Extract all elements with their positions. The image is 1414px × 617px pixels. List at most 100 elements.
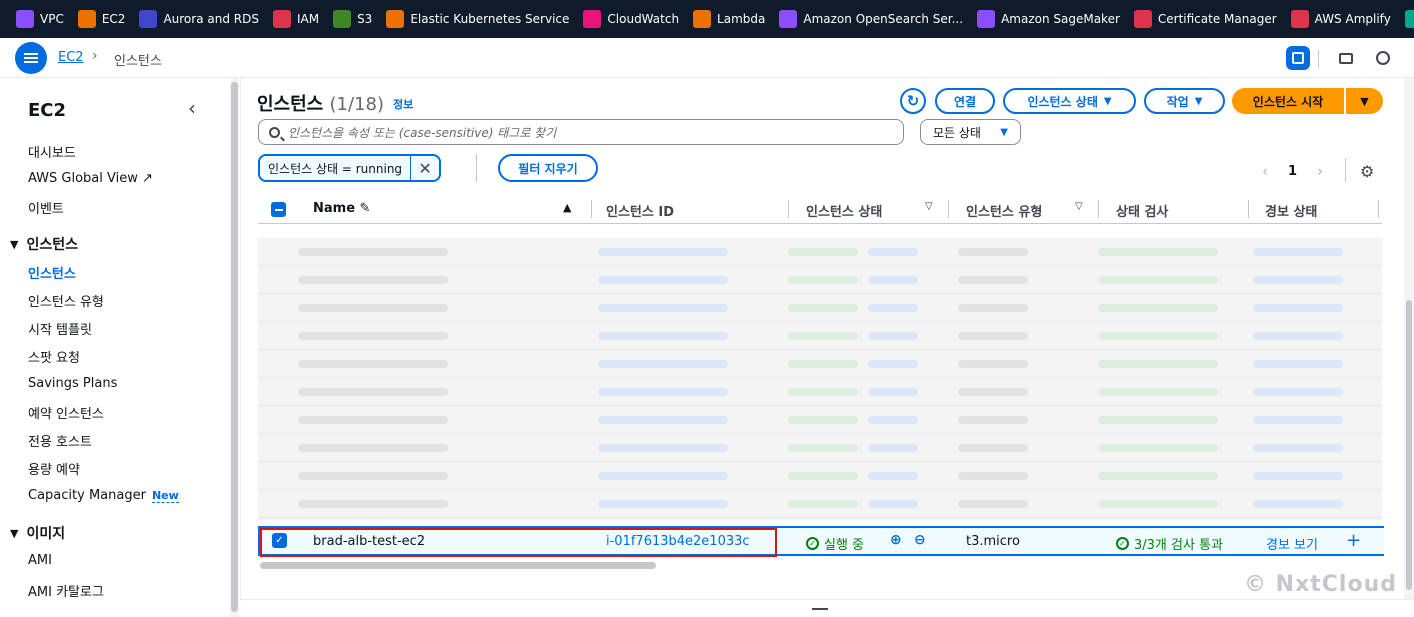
col-instance-id[interactable]: 인스턴스 ID	[606, 201, 674, 220]
favorite-2[interactable]: Aurora and RDS	[139, 10, 259, 28]
caret-down-icon: ▼	[1194, 95, 1203, 107]
menu-icon[interactable]	[15, 42, 47, 74]
favorite-9[interactable]: Amazon SageMaker	[977, 10, 1120, 28]
favorite-7[interactable]: Lambda	[693, 10, 765, 28]
info-link[interactable]: 정보	[393, 96, 413, 112]
sidebar-title: EC2	[28, 100, 67, 121]
prev-page-icon[interactable]: ‹	[1262, 162, 1268, 180]
sidebar-item-launch-templates[interactable]: 시작 템플릿	[28, 319, 92, 338]
breadcrumb-ec2-link[interactable]: EC2	[58, 50, 84, 65]
sidebar-scrollbar[interactable]	[230, 78, 239, 617]
favorite-12[interactable]: Am	[1404, 10, 1414, 28]
sidebar-section-images[interactable]: ▼ 이미지	[10, 523, 65, 543]
col-status-check[interactable]: 상태 검사	[1116, 201, 1168, 220]
instance-state-label: 인스턴스 상태	[1027, 94, 1098, 109]
filter-token-label: 인스턴스 상태 = running	[260, 156, 412, 180]
favorite-label: Elastic Kubernetes Service	[410, 12, 570, 26]
horizontal-scrollbar[interactable]	[260, 562, 656, 569]
favorite-label: Amazon SageMaker	[1001, 12, 1120, 26]
panel-layout-icon[interactable]	[1286, 46, 1310, 70]
sort-desc-icon[interactable]: ▽	[925, 201, 933, 212]
sidebar-item-ami[interactable]: AMI	[28, 553, 52, 568]
sort-desc-icon[interactable]: ▽	[1075, 201, 1083, 212]
favorite-label: AWS Amplify	[1314, 12, 1391, 26]
favorite-5[interactable]: Elastic Kubernetes Service	[386, 10, 569, 28]
sidebar-item-dedicated-hosts[interactable]: 전용 호스트	[28, 431, 92, 450]
pagination: ‹ 1 ›	[1262, 162, 1323, 180]
favorite-3[interactable]: IAM	[272, 10, 319, 28]
watermark: © NxtCloud	[1244, 572, 1397, 597]
sidebar-item-instances[interactable]: 인스턴스	[28, 263, 76, 282]
instance-state-button[interactable]: 인스턴스 상태 ▼	[1003, 88, 1136, 114]
service-icon	[1404, 10, 1414, 28]
sidebar-section-instances[interactable]: ▼ 인스턴스	[10, 234, 78, 254]
highlight-annotation-box	[260, 528, 777, 557]
sidebar-item-global-view[interactable]: AWS Global View ↗	[28, 171, 153, 186]
service-icon	[139, 10, 158, 28]
page-number[interactable]: 1	[1288, 164, 1297, 179]
settings-hexagon-icon[interactable]	[1371, 46, 1395, 70]
search-placeholder: 인스턴스을 속성 또는 (case-sensitive) 태그로 찾기	[288, 125, 557, 140]
service-icon	[693, 10, 712, 28]
split-panel-handle[interactable]	[240, 599, 1414, 617]
favorite-label: S3	[357, 12, 373, 26]
cell-state: ✓ 실행 중	[806, 534, 864, 553]
sidebar-item-capacity-manager[interactable]: Capacity Manager New	[28, 488, 179, 503]
table-row	[258, 490, 1382, 518]
favorite-0[interactable]: VPC	[16, 10, 64, 28]
favorite-6[interactable]: CloudWatch	[583, 10, 679, 28]
favorite-4[interactable]: S3	[333, 10, 372, 28]
service-icon	[16, 10, 34, 28]
favorite-10[interactable]: Certificate Manager	[1133, 10, 1277, 28]
sidebar-item-reserved-instances[interactable]: 예약 인스턴스	[28, 403, 104, 422]
select-all-checkbox[interactable]	[271, 202, 286, 217]
filter-token[interactable]: 인스턴스 상태 = running ✕	[258, 154, 442, 182]
service-icon	[386, 10, 405, 28]
sidebar-item-instance-types[interactable]: 인스턴스 유형	[28, 291, 104, 310]
state-label: 실행 중	[824, 538, 865, 553]
zoom-out-icon[interactable]: ⊖	[914, 532, 926, 548]
caret-down-icon: ▼	[10, 237, 19, 251]
col-instance-state[interactable]: 인스턴스 상태	[806, 201, 882, 220]
sidebar-item-ami-catalog[interactable]: AMI 카탈로그	[28, 581, 104, 600]
zoom-in-icon[interactable]: ⊕	[890, 532, 902, 548]
sidebar-item-capacity-reservations[interactable]: 용량 예약	[28, 459, 80, 478]
state-select[interactable]: 모든 상태 ▼	[920, 119, 1021, 145]
remove-filter-icon[interactable]: ✕	[411, 156, 439, 180]
sort-asc-icon[interactable]: ▲	[563, 201, 571, 214]
sidebar-item-spot-requests[interactable]: 스팟 요청	[28, 347, 80, 366]
new-badge: New	[151, 489, 179, 503]
favorite-11[interactable]: AWS Amplify	[1290, 10, 1391, 28]
table-scrollbar[interactable]	[1404, 78, 1414, 599]
sidebar-item-dashboard[interactable]: 대시보드	[28, 142, 76, 161]
clear-filters-button[interactable]: 필터 지우기	[498, 154, 598, 182]
col-alarm-status[interactable]: 경보 상태	[1265, 201, 1317, 220]
next-page-icon[interactable]: ›	[1317, 162, 1323, 180]
check-circle-icon: ✓	[1116, 537, 1129, 550]
favorite-label: VPC	[40, 12, 64, 26]
search-input[interactable]: 인스턴스을 속성 또는 (case-sensitive) 태그로 찾기	[258, 119, 904, 145]
favorite-label: Certificate Manager	[1157, 12, 1277, 26]
sidebar-item-events[interactable]: 이벤트	[28, 198, 64, 217]
refresh-icon[interactable]: ↻	[900, 88, 926, 114]
col-name[interactable]: Name ✎	[313, 201, 370, 216]
favorite-1[interactable]: EC2	[77, 10, 125, 28]
actions-button[interactable]: 작업 ▼	[1144, 88, 1225, 114]
table-header: Name ✎ ▲ 인스턴스 ID 인스턴스 상태 ▽ 인스턴스 유형 ▽ 상태 …	[258, 196, 1382, 224]
sidebar-item-savings-plans[interactable]: Savings Plans	[28, 376, 117, 391]
favorite-8[interactable]: Amazon OpenSearch Ser...	[779, 10, 963, 28]
add-alarm-icon[interactable]: +	[1346, 530, 1361, 551]
gear-icon[interactable]: ⚙	[1360, 162, 1374, 181]
table-row	[258, 462, 1382, 490]
collapse-sidebar-icon[interactable]: ‹	[188, 96, 196, 120]
table-row	[258, 266, 1382, 294]
drag-handle-icon[interactable]	[812, 608, 828, 610]
launch-instance-button[interactable]: 인스턴스 시작	[1232, 88, 1344, 114]
notifications-monitor-icon[interactable]	[1334, 46, 1358, 70]
launch-dropdown-icon[interactable]: ▼	[1346, 88, 1383, 114]
connect-button[interactable]: 연결	[935, 88, 995, 114]
col-instance-type[interactable]: 인스턴스 유형	[966, 201, 1042, 220]
view-alarms-link[interactable]: 경보 보기	[1266, 534, 1318, 553]
col-name-label: Name	[313, 201, 356, 216]
nav-divider	[1318, 50, 1319, 68]
